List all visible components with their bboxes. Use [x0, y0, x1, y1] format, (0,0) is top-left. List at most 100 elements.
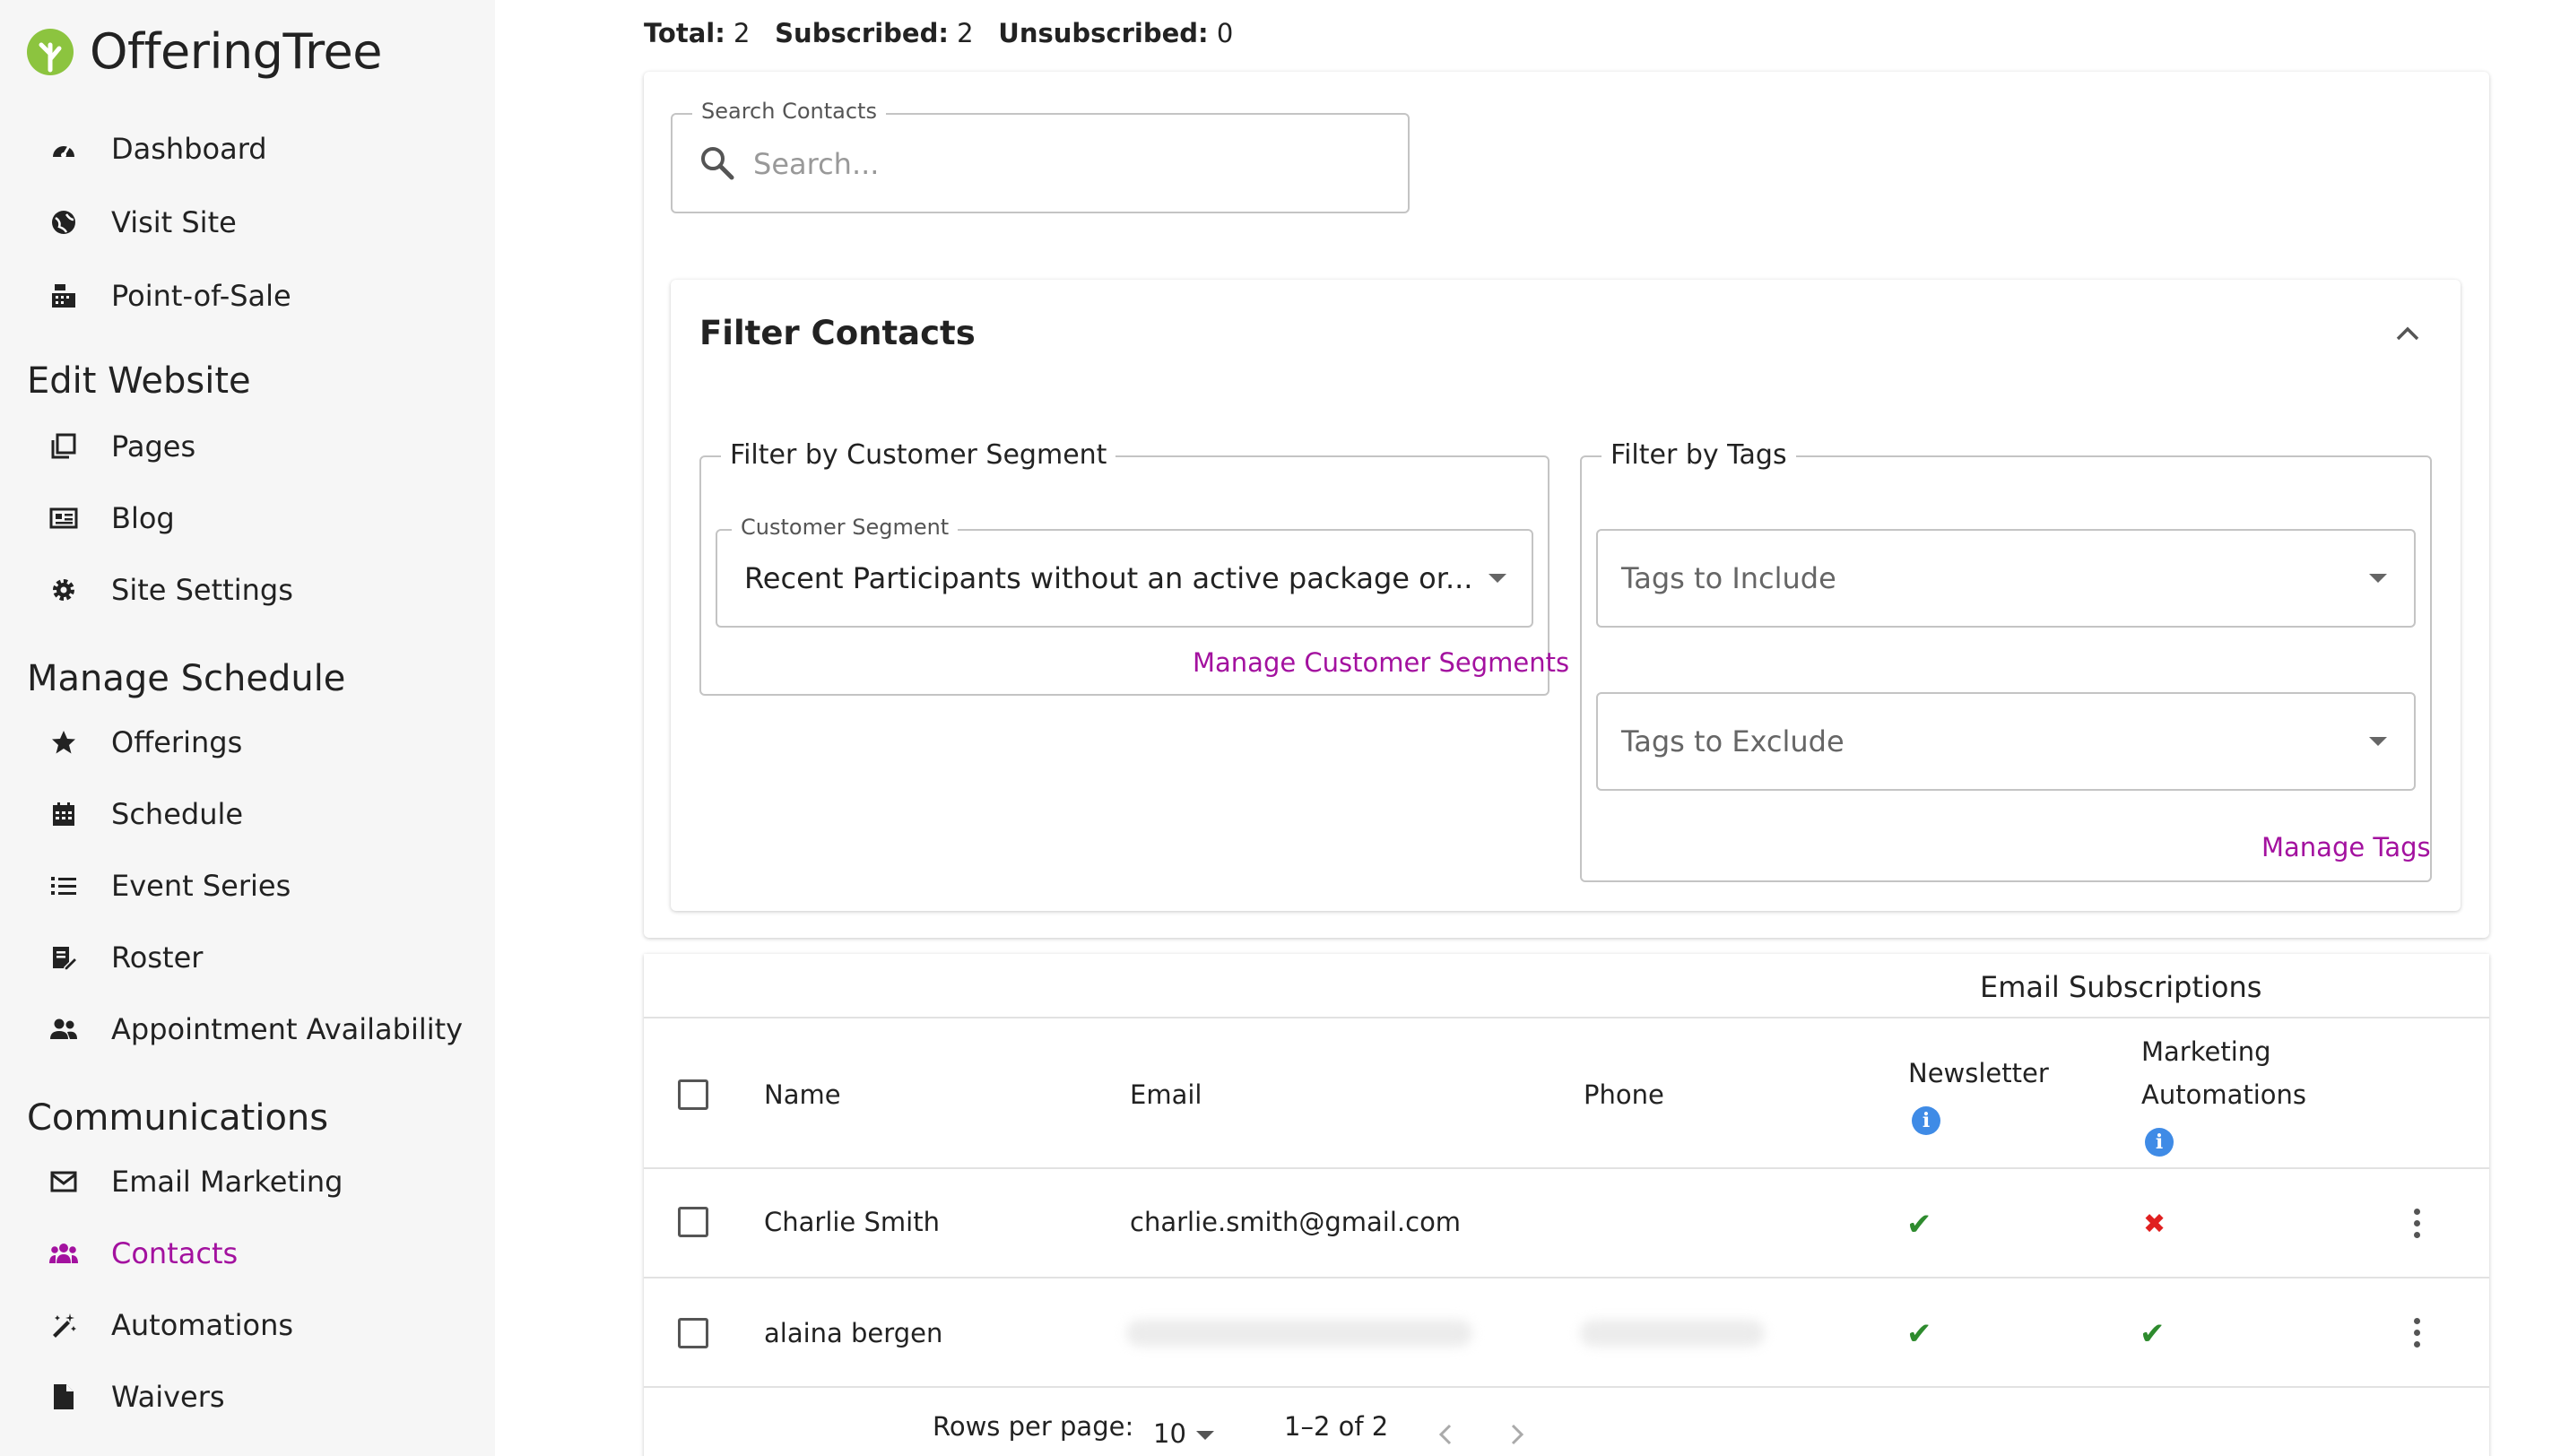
tags-include-placeholder: Tags to Include	[1621, 561, 1836, 595]
roster-edit-icon	[48, 942, 79, 973]
select-all-checkbox[interactable]	[678, 1079, 708, 1110]
nav-roster[interactable]: Roster	[48, 931, 203, 984]
chevron-right-icon[interactable]	[1508, 1422, 1526, 1447]
document-icon	[48, 1382, 79, 1412]
marketing-info-icon[interactable]: i	[2145, 1128, 2174, 1157]
divider	[644, 1017, 2489, 1018]
chevron-left-icon[interactable]	[1437, 1422, 1454, 1447]
tags-exclude-select[interactable]: Tags to Exclude	[1596, 692, 2416, 791]
envelope-icon	[48, 1166, 79, 1197]
subscribed-label: Subscribed:	[775, 18, 949, 48]
leaf-logo-icon	[27, 28, 74, 75]
total-value: 2	[733, 18, 751, 48]
nav-visit-site-label: Visit Site	[111, 205, 237, 239]
filter-title[interactable]: Filter Contacts	[699, 314, 976, 352]
nav-roster-label: Roster	[111, 940, 204, 975]
row-checkbox[interactable]	[678, 1207, 708, 1237]
people-icon	[48, 1014, 79, 1044]
tags-group-label: Filter by Tags	[1602, 439, 1796, 471]
column-name[interactable]: Name	[764, 1079, 841, 1110]
redacted-phone	[1580, 1320, 1765, 1347]
manage-tags-link[interactable]: Manage Tags	[2261, 832, 2431, 862]
nav-visit-site[interactable]: Visit Site	[48, 195, 237, 249]
total-label: Total:	[644, 18, 725, 48]
nav-contacts-label: Contacts	[111, 1236, 239, 1270]
customer-segment-select[interactable]: Recent Participants without an active pa…	[716, 529, 1533, 628]
nav-automations[interactable]: Automations	[48, 1298, 293, 1352]
brand-name: OfferingTree	[90, 23, 382, 80]
blog-icon	[48, 503, 79, 533]
nav-schedule-label: Schedule	[111, 797, 244, 831]
column-newsletter: Newsletter	[1908, 1058, 2049, 1088]
pagination-range: 1–2 of 2	[1284, 1411, 1389, 1442]
row-more-actions-icon[interactable]	[2414, 1209, 2421, 1244]
nav-dashboard[interactable]: Dashboard	[48, 122, 267, 176]
tags-exclude-placeholder: Tags to Exclude	[1621, 724, 1845, 758]
nav-waivers-label: Waivers	[111, 1380, 225, 1414]
marketing-unsubscribed-cross-icon: ✖	[2143, 1209, 2166, 1240]
section-edit-website: Edit Website	[27, 360, 251, 402]
manage-customer-segments-link[interactable]: Manage Customer Segments	[1193, 647, 1569, 678]
search-label: Search Contacts	[692, 99, 886, 124]
nav-event-series[interactable]: Event Series	[48, 859, 291, 913]
nav-offerings-label: Offerings	[111, 725, 243, 759]
segment-dropdown-icon	[1489, 574, 1506, 583]
nav-site-settings[interactable]: Site Settings	[48, 563, 293, 617]
nav-pages[interactable]: Pages	[48, 420, 195, 473]
nav-event-series-label: Event Series	[111, 869, 291, 903]
unsubscribed-value: 0	[1216, 18, 1234, 48]
rows-per-page-label: Rows per page:	[933, 1411, 1134, 1442]
email-subscriptions-header: Email Subscriptions	[1980, 970, 2262, 1004]
nav-point-of-sale-label: Point-of-Sale	[111, 279, 291, 313]
nav-waivers[interactable]: Waivers	[48, 1370, 225, 1424]
nav-contacts[interactable]: Contacts	[48, 1226, 238, 1280]
magic-wand-icon	[48, 1310, 79, 1340]
divider	[644, 1386, 2489, 1388]
tags-exclude-dropdown-icon	[2369, 737, 2387, 746]
brand-logo[interactable]: OfferingTree	[25, 23, 382, 80]
nav-appointment-availability-label: Appointment Availability	[111, 1012, 464, 1046]
nav-email-marketing[interactable]: Email Marketing	[48, 1155, 343, 1209]
chevron-up-icon[interactable]	[2394, 325, 2421, 342]
globe-icon	[48, 207, 79, 238]
nav-appointment-availability[interactable]: Appointment Availability	[48, 1002, 463, 1056]
search-icon	[701, 147, 734, 180]
rows-per-page-value: 10	[1153, 1418, 1186, 1449]
search-placeholder: Search...	[753, 147, 880, 181]
redacted-email	[1126, 1320, 1472, 1347]
marketing-subscribed-check-icon: ✔	[2140, 1316, 2166, 1352]
contact-name[interactable]: alaina bergen	[764, 1318, 942, 1348]
newsletter-subscribed-check-icon: ✔	[1906, 1316, 1932, 1352]
column-marketing-line1: Marketing	[2141, 1036, 2271, 1067]
subscribed-value: 2	[957, 18, 974, 48]
nav-blog[interactable]: Blog	[48, 491, 175, 545]
contacts-group-icon	[48, 1238, 79, 1269]
segment-group-label: Filter by Customer Segment	[721, 439, 1116, 471]
row-more-actions-icon[interactable]	[2414, 1318, 2421, 1353]
contact-name[interactable]: Charlie Smith	[764, 1207, 940, 1237]
nav-site-settings-label: Site Settings	[111, 573, 293, 607]
nav-offerings[interactable]: Offerings	[48, 715, 242, 769]
contact-email: charlie.smith@gmail.com	[1130, 1207, 1462, 1237]
nav-dashboard-label: Dashboard	[111, 132, 267, 166]
divider	[644, 1167, 2489, 1169]
star-icon	[48, 727, 79, 758]
search-input[interactable]: Search...	[671, 113, 1410, 213]
section-manage-schedule: Manage Schedule	[27, 658, 346, 699]
nav-automations-label: Automations	[111, 1308, 294, 1342]
nav-schedule[interactable]: Schedule	[48, 787, 243, 841]
rows-per-page-select[interactable]: 10	[1153, 1418, 1214, 1449]
pages-icon	[48, 431, 79, 462]
divider	[644, 1277, 2489, 1278]
column-email[interactable]: Email	[1130, 1079, 1202, 1110]
tags-filter-group	[1580, 455, 2432, 882]
newsletter-subscribed-check-icon: ✔	[1906, 1207, 1932, 1243]
newsletter-info-icon[interactable]: i	[1912, 1106, 1940, 1135]
column-phone[interactable]: Phone	[1584, 1079, 1664, 1110]
tags-include-select[interactable]: Tags to Include	[1596, 529, 2416, 628]
list-icon	[48, 871, 79, 901]
row-checkbox[interactable]	[678, 1318, 708, 1348]
cash-register-icon	[48, 281, 79, 311]
nav-point-of-sale[interactable]: Point-of-Sale	[48, 269, 291, 323]
section-communications: Communications	[27, 1097, 329, 1139]
